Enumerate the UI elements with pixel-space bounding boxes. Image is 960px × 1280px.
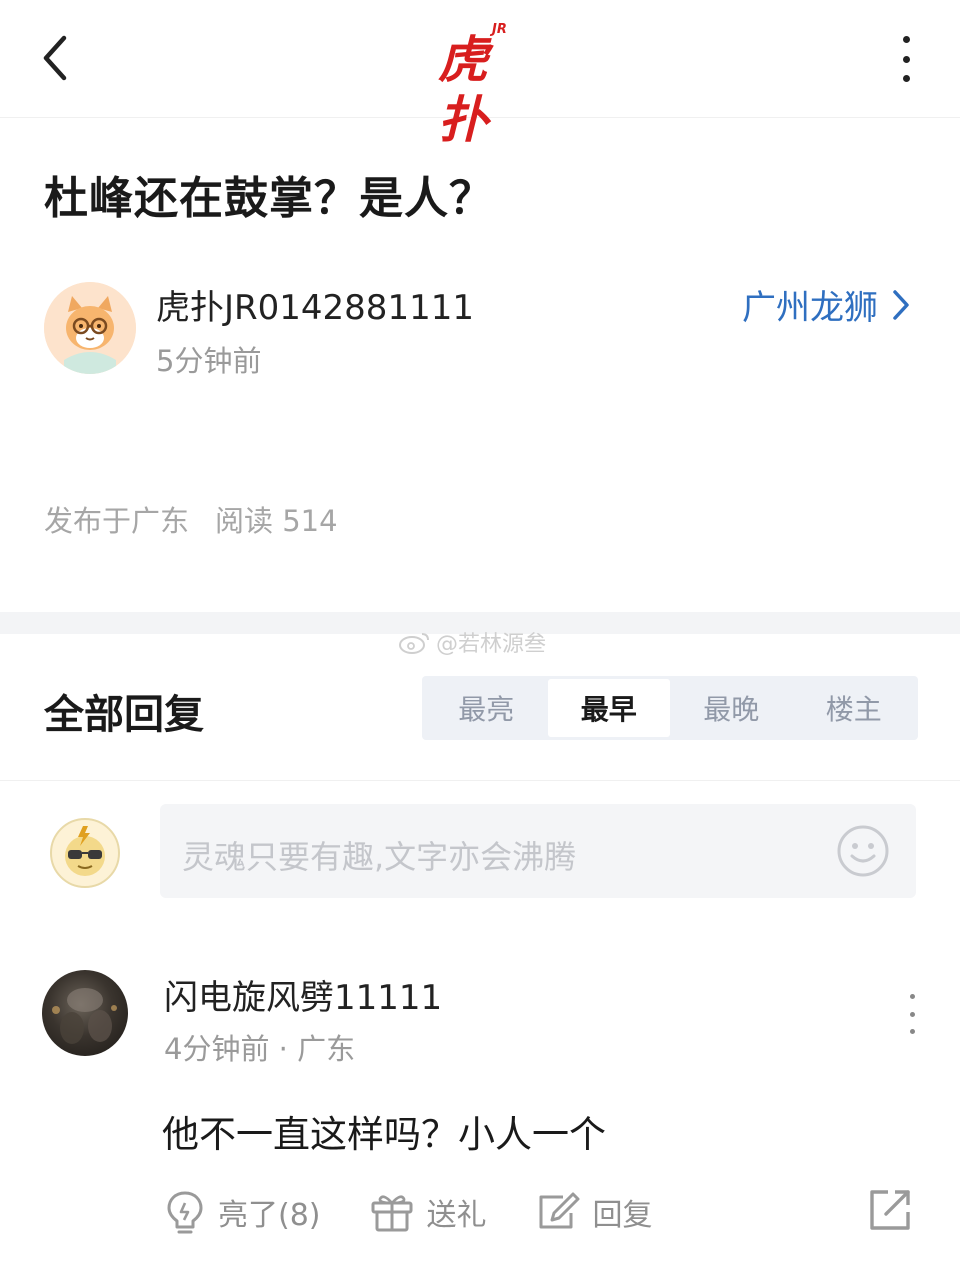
team-link[interactable]: 广州龙狮: [742, 280, 910, 329]
edit-icon: [539, 1192, 579, 1229]
cat-avatar-icon: [44, 282, 136, 374]
commenter-avatar[interactable]: [42, 970, 128, 1056]
post-location: 发布于广东: [44, 504, 190, 538]
more-vertical-icon: [909, 994, 915, 999]
reply-input-placeholder: 灵魂只要有趣,文字亦会沸腾: [182, 838, 577, 876]
photo-avatar-icon: [52, 988, 117, 1044]
emoji-icon[interactable]: [836, 824, 890, 878]
hupu-logo: 虎扑 JR: [436, 22, 526, 149]
reply-button[interactable]: 回复: [535, 1190, 653, 1234]
tab-latest[interactable]: 最晚: [670, 679, 793, 737]
cool-face-icon: [65, 826, 105, 876]
my-avatar[interactable]: [50, 818, 120, 888]
comment-actions: 亮了(8) 送礼 回复: [164, 1186, 701, 1238]
watermark: @若林源叁: [398, 626, 546, 658]
top-bar: 虎扑 JR: [0, 0, 960, 149]
watermark-text: @若林源叁: [436, 632, 547, 657]
like-count: 亮了(8): [218, 1198, 321, 1233]
reply-input[interactable]: 灵魂只要有趣,文字亦会沸腾: [160, 804, 916, 898]
commenter-name[interactable]: 闪电旋风劈11111: [164, 970, 442, 1019]
tab-brightest[interactable]: 最亮: [425, 679, 548, 737]
replies-title: 全部回复: [44, 692, 204, 738]
chevron-right-icon: [893, 289, 909, 320]
chevron-left-icon: [43, 35, 67, 81]
post-title: 杜峰还在鼓掌？是人？: [44, 173, 494, 224]
gift-label: 送礼: [426, 1198, 487, 1233]
lightbulb-icon: [167, 1191, 203, 1234]
comment-meta: 4分钟前 · 广东: [164, 1032, 356, 1066]
like-button[interactable]: 亮了(8): [164, 1189, 321, 1235]
tab-earliest[interactable]: 最早: [547, 679, 670, 737]
more-vertical-icon: [902, 36, 910, 43]
post-read-count: 阅读 514: [215, 504, 338, 538]
gift-icon: [371, 1195, 412, 1232]
logo-jr-text: JR: [492, 22, 507, 37]
back-button[interactable]: [30, 30, 80, 86]
more-options-button[interactable]: [888, 32, 924, 86]
author-name[interactable]: 虎扑JR0142881111: [156, 280, 474, 329]
comment-more-button[interactable]: [898, 994, 926, 1034]
team-name: 广州龙狮: [742, 288, 878, 328]
gift-button[interactable]: 送礼: [369, 1190, 487, 1234]
share-icon[interactable]: [868, 1188, 912, 1232]
divider-line: [0, 780, 960, 781]
logo-text: 虎扑: [438, 31, 488, 149]
sort-tabs: 最亮 最早 最晚 楼主: [422, 676, 918, 740]
weibo-icon: [399, 633, 429, 654]
reply-label: 回复: [592, 1198, 653, 1233]
post-meta: 发布于广东 阅读 514: [44, 498, 338, 540]
author-avatar[interactable]: [44, 282, 136, 374]
comment-text: 他不一直这样吗？小人一个: [162, 1113, 606, 1156]
tab-op-only[interactable]: 楼主: [793, 679, 916, 737]
post-time: 5分钟前: [156, 344, 262, 378]
